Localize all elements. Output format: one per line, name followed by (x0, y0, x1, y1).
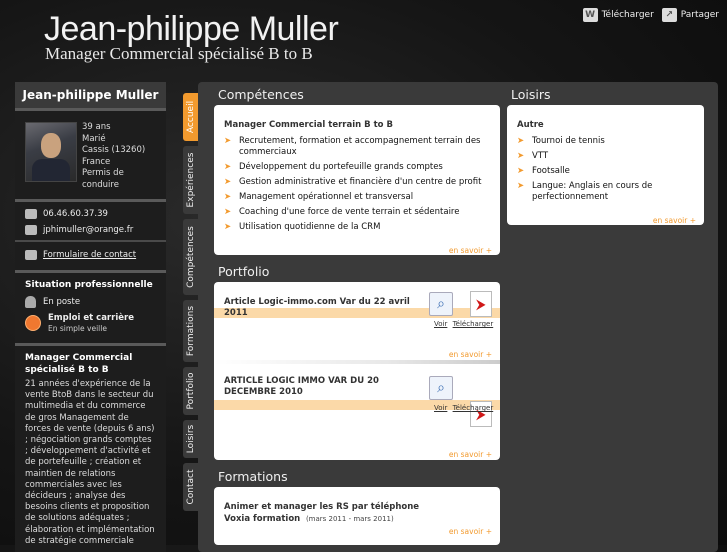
driving-license: Permis de conduire (82, 168, 124, 190)
share-button[interactable]: ↗ Partager (661, 8, 719, 22)
tab-formations[interactable]: Formations (183, 300, 198, 362)
list-item: Recrutement, formation et accompagnement… (224, 136, 490, 158)
divider (15, 199, 166, 202)
download-link[interactable]: Télécharger (453, 320, 494, 328)
career-row: Emploi et carrière En simple veille (25, 313, 134, 333)
competences-more-link[interactable]: en savoir + (449, 246, 492, 255)
portfolio-more-link[interactable]: en savoir + (449, 450, 492, 459)
sidebar-title: Jean-philippe Muller (15, 82, 166, 108)
portfolio-card: Article Logic-immo.com Var du 22 avril 2… (214, 282, 500, 460)
divider (15, 108, 166, 111)
formations-title: Formations (218, 469, 288, 484)
formation-school: Voxia formation (224, 514, 301, 524)
loisirs-more-link[interactable]: en savoir + (653, 216, 696, 225)
email-address[interactable]: jphimuller@orange.fr (43, 225, 133, 235)
formation-dates: (mars 2011 - mars 2011) (305, 515, 394, 523)
list-item: Langue: Anglais en cours de perfectionne… (517, 181, 697, 203)
situation-row: En poste (25, 296, 80, 308)
tab-contact[interactable]: Contact (183, 463, 198, 511)
envelope-icon (25, 250, 37, 260)
list-item: VTT (517, 151, 697, 162)
list-item: Développement du portefeuille grands com… (224, 162, 490, 173)
view-link[interactable]: Voir (434, 320, 447, 328)
age: 39 ans (82, 122, 111, 132)
loisirs-title: Loisirs (511, 87, 551, 102)
portfolio-title: Portfolio (218, 264, 270, 279)
list-item: Tournoi de tennis (517, 136, 697, 147)
career-heading: Emploi et carrière (48, 313, 134, 323)
portfolio-more-link[interactable]: en savoir + (449, 350, 492, 359)
main-panel: Compétences Manager Commercial terrain B… (198, 82, 718, 552)
list-item: Utilisation quotidienne de la CRM (224, 222, 490, 233)
tab-portfolio[interactable]: Portfolio (183, 367, 198, 415)
competences-heading: Manager Commercial terrain B to B (224, 120, 393, 130)
top-actions: W Télécharger ↗ Partager (582, 8, 719, 22)
portfolio-item-title: ARTICLE LOGIC IMMO VAR DU 20 DECEMBRE 20… (224, 376, 379, 397)
formation-course: Animer et manager les RS par téléphone (224, 502, 420, 512)
download-link[interactable]: Télécharger (453, 404, 494, 412)
list-item: Coaching d'une force de vente terrain et… (224, 207, 490, 218)
summary-text: 21 années d'expérience de la vente BtoB … (25, 379, 155, 546)
share-icon: ↗ (661, 8, 677, 22)
formations-card: Animer et manager les RS par téléphone V… (214, 487, 500, 545)
email-icon (25, 225, 37, 235)
contact-form-row: Formulaire de contact (25, 250, 136, 260)
portfolio-item-title: Article Logic-immo.com Var du 22 avril 2… (224, 297, 410, 318)
word-document-icon: W (582, 8, 598, 22)
contact-form-link[interactable]: Formulaire de contact (43, 250, 136, 260)
phone-row: 06.46.60.37.39 (25, 209, 108, 219)
competences-title: Compétences (218, 87, 304, 102)
site-subtitle: Manager Commercial spécialisé B to B (45, 44, 313, 63)
career-value: En simple veille (48, 324, 107, 333)
list-item: Footsalle (517, 166, 697, 177)
divider (214, 360, 500, 364)
zoom-icon[interactable]: ⌕ (429, 292, 453, 316)
divider (15, 270, 166, 273)
competences-list: Recrutement, formation et accompagnement… (224, 136, 490, 237)
tab-loisirs[interactable]: Loisirs (183, 420, 198, 458)
marital-status: Marié (82, 133, 106, 144)
view-link[interactable]: Voir (434, 404, 447, 412)
loisirs-card: Autre Tournoi de tennis VTT Footsalle La… (507, 105, 704, 225)
tab-experiences[interactable]: Expériences (183, 146, 198, 214)
tab-competences[interactable]: Compétences (183, 219, 198, 295)
formations-more-link[interactable]: en savoir + (449, 527, 492, 536)
divider (15, 240, 166, 242)
divider (15, 343, 166, 346)
situation-value: En poste (43, 297, 81, 307)
loisirs-list: Tournoi de tennis VTT Footsalle Langue: … (517, 136, 697, 207)
email-row: jphimuller@orange.fr (25, 225, 133, 235)
phone-icon (25, 209, 37, 219)
country: France (82, 156, 111, 167)
phone-number: 06.46.60.37.39 (43, 209, 108, 219)
list-item: Gestion administrative et financière d'u… (224, 177, 490, 188)
competences-card: Manager Commercial terrain B to B Recrut… (214, 105, 500, 255)
zoom-icon[interactable]: ⌕ (429, 376, 453, 400)
pdf-icon[interactable]: ⮞ (470, 291, 492, 317)
share-label: Partager (680, 10, 719, 20)
tab-accueil[interactable]: Accueil (183, 93, 198, 141)
download-button[interactable]: W Télécharger (582, 8, 654, 22)
loisirs-heading: Autre (517, 120, 544, 130)
summary-heading: Manager Commercial spécialisé B to B (25, 353, 133, 375)
career-status-icon (25, 315, 41, 331)
list-item: Management opérationnel et transversal (224, 192, 490, 203)
profile-sidebar: Jean-philippe Muller 39 ans Marié Cassis… (15, 82, 166, 552)
personal-info: 39 ans Marié Cassis (13260) France Permi… (82, 122, 162, 191)
profile-photo (25, 122, 77, 182)
person-icon (25, 296, 36, 308)
download-label: Télécharger (601, 10, 654, 20)
situation-heading: Situation professionnelle (25, 280, 153, 290)
city: Cassis (13260) (82, 145, 146, 155)
